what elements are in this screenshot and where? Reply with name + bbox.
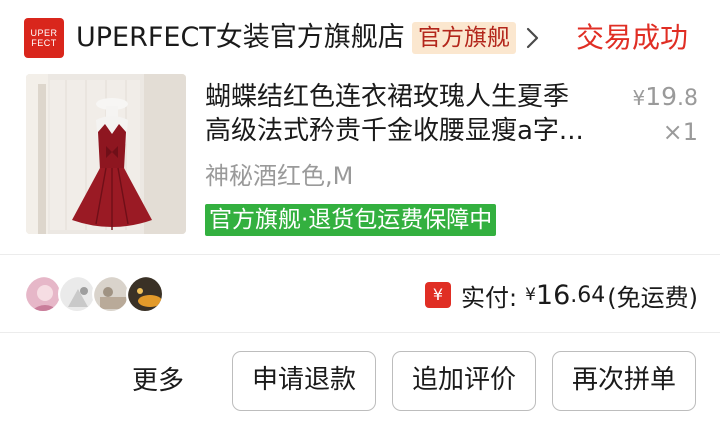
paid-amount-integer: 16 xyxy=(535,279,571,311)
shipping-note: (免运费) xyxy=(607,283,698,312)
product-image xyxy=(26,74,186,234)
price-decimal: .8 xyxy=(677,86,698,111)
divider xyxy=(0,254,720,255)
payment-icon: ¥ xyxy=(424,282,451,308)
avatar xyxy=(126,275,164,313)
product-quantity: ×1 xyxy=(662,118,698,146)
regroup-button[interactable]: 再次拼单 xyxy=(552,351,696,411)
avatar xyxy=(24,275,62,313)
product-title[interactable]: 蝴蝶结红色连衣裙玫瑰人生夏季 高级法式矜贵千金收腰显瘦a字... xyxy=(205,80,615,148)
product-title-line1: 蝴蝶结红色连衣裙玫瑰人生夏季 xyxy=(205,82,570,112)
official-flagship-badge: 官方旗舰 xyxy=(412,22,516,54)
paid-label: 实付: xyxy=(460,283,518,312)
paid-amount-decimal: .64 xyxy=(570,282,606,308)
chevron-right-icon[interactable] xyxy=(520,26,544,50)
store-logo[interactable]: UPER FECT xyxy=(24,18,64,58)
avatar xyxy=(92,275,130,313)
order-status: 交易成功 xyxy=(576,21,689,54)
price-integer: 19 xyxy=(645,82,677,111)
price-currency: ¥ xyxy=(632,86,646,110)
store-logo-line2: FECT xyxy=(31,38,57,48)
payment-summary: ¥ 实付: ¥ 16 .64 (免运费) xyxy=(424,276,698,314)
more-button[interactable]: 更多 xyxy=(132,362,184,400)
order-card-header: UPER FECT UPERFECT女装官方旗舰店 官方旗舰 交易成功 xyxy=(0,0,720,76)
paid-currency: ¥ xyxy=(525,285,536,305)
divider xyxy=(0,332,720,333)
store-name[interactable]: UPERFECT女装官方旗舰店 xyxy=(76,19,405,57)
promo-tag: 官方旗舰·退货包运费保障中 xyxy=(205,204,497,236)
product-spec: 神秘酒红色,M xyxy=(205,162,354,190)
product-title-line2: 高级法式矜贵千金收腰显瘦a字... xyxy=(205,116,584,146)
store-logo-line1: UPER xyxy=(30,28,58,38)
refund-button[interactable]: 申请退款 xyxy=(232,351,376,411)
avatar xyxy=(58,275,96,313)
add-review-button[interactable]: 追加评价 xyxy=(392,351,536,411)
product-price: ¥19.8 xyxy=(632,82,698,114)
product-thumbnail[interactable] xyxy=(26,74,186,234)
